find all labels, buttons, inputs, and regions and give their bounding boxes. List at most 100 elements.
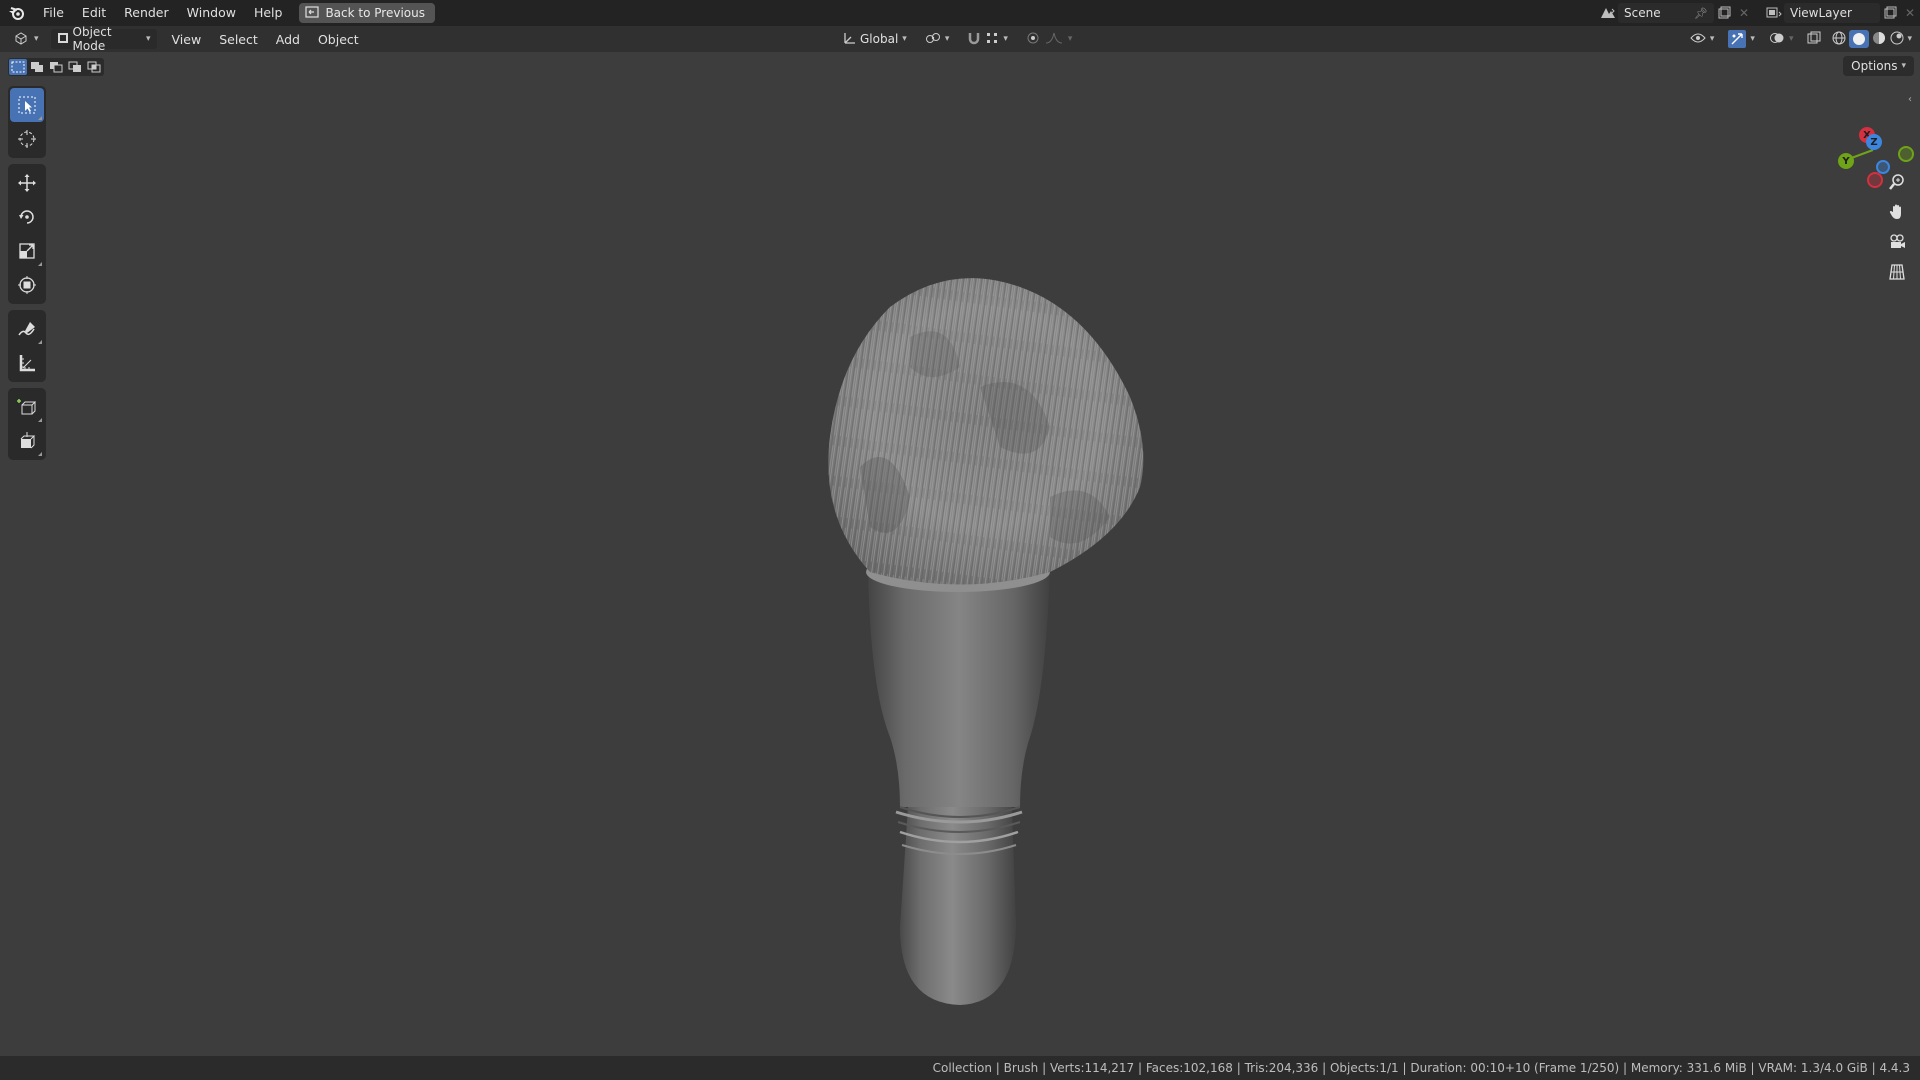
chevron-down-icon: ▾ — [1901, 61, 1906, 71]
select-extend-icon[interactable] — [28, 59, 46, 75]
select-box-new-icon[interactable] — [9, 59, 27, 75]
view-layer-name: ViewLayer — [1790, 6, 1852, 20]
brush-3d-model[interactable] — [750, 267, 1170, 1007]
pan-view-button[interactable] — [1884, 200, 1910, 226]
tool-variants-indicator — [38, 418, 42, 422]
tool-group-annotate — [8, 310, 46, 382]
tool-group-select — [8, 86, 46, 158]
magnet-icon — [967, 31, 981, 48]
pivot-point-dropdown[interactable]: ▾ — [919, 29, 956, 49]
gizmo-icon — [1728, 30, 1747, 48]
chevron-down-icon: ▾ — [1750, 34, 1755, 44]
3d-viewport[interactable]: Options ▾ X Y Z ‹ — [0, 52, 1920, 1056]
tool-variants-indicator — [38, 116, 42, 120]
select-invert-icon[interactable] — [66, 59, 84, 75]
back-to-previous-button[interactable]: Back to Previous — [299, 3, 435, 23]
new-view-layer-icon[interactable] — [1880, 3, 1900, 23]
solid-shading-icon[interactable] — [1849, 30, 1870, 48]
status-bar: Collection | Brush | Verts:114,217 | Fac… — [0, 1056, 1920, 1080]
overlays-toggle[interactable]: ▾ — [1763, 29, 1800, 49]
delete-view-layer-icon[interactable]: ✕ — [1900, 3, 1920, 23]
material-preview-shading-icon[interactable] — [1871, 30, 1887, 49]
zoom-view-button[interactable] — [1884, 170, 1910, 196]
select-subtract-icon[interactable] — [47, 59, 65, 75]
top-menu-bar: File Edit Render Window Help Back to Pre… — [0, 0, 1920, 26]
tool-group-add — [8, 388, 46, 460]
options-dropdown[interactable]: Options ▾ — [1843, 56, 1914, 76]
camera-icon — [1888, 233, 1906, 254]
menu-render[interactable]: Render — [115, 0, 178, 26]
transform-orientation-dropdown[interactable]: Global ▾ — [836, 29, 913, 49]
add-cube-tool[interactable] — [10, 390, 44, 424]
chevron-down-icon: ▾ — [1788, 34, 1794, 44]
move-tool[interactable] — [10, 166, 44, 200]
mode-label: Object Mode — [72, 25, 112, 53]
menu-edit[interactable]: Edit — [73, 0, 115, 26]
back-to-previous-label: Back to Previous — [325, 6, 425, 20]
chevron-down-icon: ▾ — [1067, 34, 1073, 44]
hand-icon — [1888, 203, 1906, 224]
annotate-tool[interactable] — [10, 312, 44, 346]
new-scene-icon[interactable] — [1714, 3, 1734, 23]
tool-shelf — [8, 86, 46, 466]
chevron-down-icon: ▾ — [902, 34, 907, 44]
rendered-shading-icon[interactable] — [1889, 30, 1905, 49]
xray-toggle[interactable] — [1801, 29, 1827, 49]
toggle-perspective-button[interactable] — [1884, 260, 1910, 286]
eye-icon — [1690, 32, 1706, 47]
pin-icon[interactable]: 📌︎ — [1694, 7, 1708, 20]
menu-window[interactable]: Window — [178, 0, 245, 26]
gizmo-z-label: Z — [1870, 136, 1878, 148]
menu-select[interactable]: Select — [210, 32, 267, 47]
viewport-header: ▾ Object Mode ▾ View Select Add Object G… — [0, 25, 1920, 53]
menu-view[interactable]: View — [163, 32, 211, 47]
chevron-down-icon: ▾ — [944, 34, 950, 44]
sidebar-toggle-arrow[interactable]: ‹ — [1908, 94, 1918, 108]
view-layer-field[interactable]: ViewLayer — [1784, 3, 1880, 23]
transform-tool[interactable] — [10, 268, 44, 302]
scale-tool[interactable] — [10, 234, 44, 268]
select-intersect-icon[interactable] — [85, 59, 103, 75]
falloff-curve-icon[interactable] — [1044, 31, 1064, 48]
blender-logo-icon[interactable] — [0, 0, 34, 26]
selection-mode-row — [8, 58, 104, 76]
grid-perspective-icon — [1888, 263, 1906, 284]
3d-viewport-icon — [14, 31, 30, 48]
chevron-down-icon: ▾ — [1709, 34, 1715, 44]
extrude-tool[interactable] — [10, 424, 44, 458]
chevron-down-icon[interactable]: ▾ — [1907, 34, 1912, 44]
menu-file[interactable]: File — [34, 0, 73, 26]
view-layer-selector-icon[interactable] — [1764, 3, 1784, 23]
visibility-selectability-dropdown[interactable]: ▾ — [1684, 29, 1721, 49]
select-box-tool[interactable] — [10, 88, 44, 122]
menu-object[interactable]: Object — [309, 32, 368, 47]
delete-scene-icon[interactable]: ✕ — [1734, 3, 1754, 23]
gizmo-toggle[interactable]: ▾ — [1722, 29, 1761, 49]
menu-help[interactable]: Help — [245, 0, 292, 26]
camera-view-button[interactable] — [1884, 230, 1910, 256]
wireframe-shading-icon[interactable] — [1831, 30, 1847, 49]
tool-group-transform — [8, 164, 46, 304]
proportional-editing-toggle[interactable]: ▾ — [1020, 29, 1079, 49]
tool-variants-indicator — [38, 340, 42, 344]
gizmo-z-positive[interactable]: Z — [1866, 134, 1882, 150]
cursor-tool[interactable] — [10, 122, 44, 156]
proportional-edit-icon — [1026, 31, 1040, 48]
scene-name: Scene — [1624, 6, 1661, 20]
snap-grid-icon[interactable] — [985, 31, 999, 48]
gizmo-y-positive[interactable]: Y — [1838, 153, 1854, 169]
gizmo-x-negative[interactable] — [1867, 172, 1883, 188]
scene-name-field[interactable]: Scene 📌︎ — [1618, 3, 1714, 23]
mode-dropdown[interactable]: Object Mode ▾ — [50, 25, 157, 53]
snap-toggle[interactable]: ▾ — [961, 29, 1014, 49]
rotate-tool[interactable] — [10, 200, 44, 234]
shading-mode-group: ▾ — [1829, 29, 1914, 49]
pivot-icon — [925, 31, 941, 48]
measure-tool[interactable] — [10, 346, 44, 380]
magnifier-icon — [1888, 173, 1906, 194]
menu-add[interactable]: Add — [267, 32, 309, 47]
chevron-down-icon: ▾ — [146, 34, 151, 44]
gizmo-y-negative[interactable] — [1898, 146, 1914, 162]
scene-selector-icon[interactable] — [1598, 3, 1618, 23]
editor-type-selector[interactable]: ▾ — [8, 29, 45, 49]
